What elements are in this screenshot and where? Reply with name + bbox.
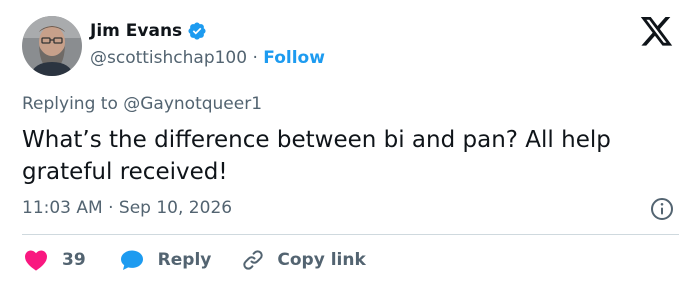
like-count: 39 <box>62 250 86 270</box>
speech-bubble-icon <box>120 250 143 270</box>
tweet-time: 11:03 AM <box>22 198 103 218</box>
info-icon[interactable] <box>650 197 674 221</box>
reply-context: Replying to @Gaynotqueer1 <box>22 94 262 114</box>
avatar[interactable] <box>22 16 82 76</box>
handle-separator: · <box>252 48 258 68</box>
action-bar: 39 Reply Copy link <box>24 248 366 272</box>
reply-button[interactable]: Reply <box>120 249 212 271</box>
author-handle[interactable]: @scottishchap100 <box>90 48 247 68</box>
author-name-row[interactable]: Jim Evans <box>90 21 207 41</box>
tweet-card: Jim Evans @scottishchap100 · Follow Repl… <box>0 0 700 287</box>
x-logo-icon[interactable] <box>640 17 674 47</box>
reply-mention-link[interactable]: @Gaynotqueer1 <box>123 94 262 114</box>
tweet-text: What’s the difference between bi and pan… <box>22 127 611 185</box>
follow-button[interactable]: Follow <box>263 48 325 68</box>
link-icon <box>243 250 264 270</box>
verified-badge-icon <box>188 22 206 40</box>
heart-icon <box>25 250 47 271</box>
timestamp-separator: · <box>108 198 114 218</box>
like-button[interactable]: 39 <box>24 249 86 271</box>
reply-label: Reply <box>157 250 212 270</box>
copy-link-button[interactable]: Copy link <box>241 248 366 272</box>
copy-link-label: Copy link <box>277 250 366 270</box>
divider <box>22 234 679 235</box>
handle-row: @scottishchap100 · Follow <box>90 48 325 68</box>
author-name[interactable]: Jim Evans <box>90 21 182 41</box>
tweet-timestamp[interactable]: 11:03 AM · Sep 10, 2026 <box>22 198 232 218</box>
reply-context-prefix: Replying to <box>22 94 118 114</box>
tweet-date: Sep 10, 2026 <box>118 198 233 218</box>
avatar-image <box>22 16 82 76</box>
